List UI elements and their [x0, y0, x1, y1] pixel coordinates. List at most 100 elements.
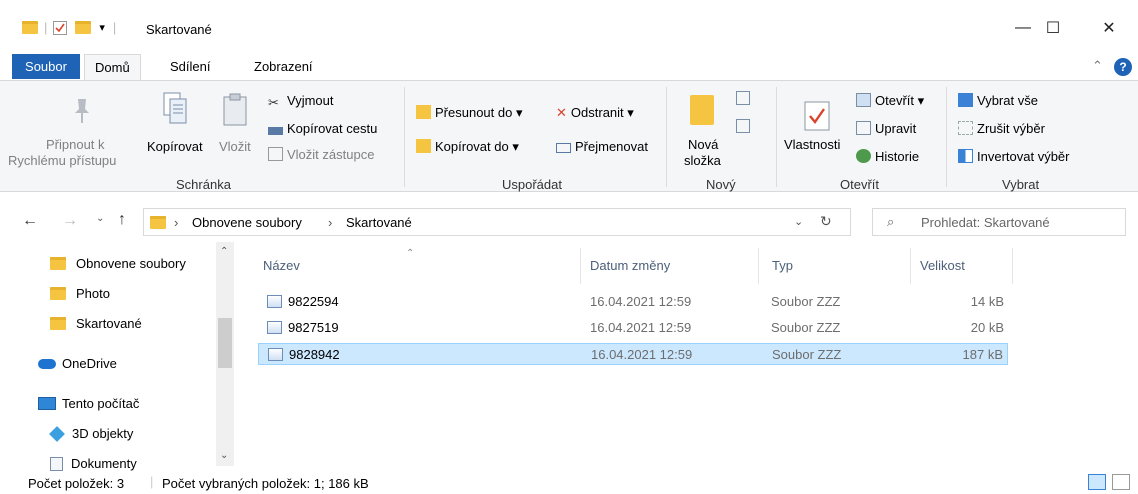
copy-path-button[interactable]: Kopírovat cestu [268, 121, 377, 136]
scroll-down-icon[interactable]: ⌄ [220, 450, 228, 461]
paste-icon [222, 93, 248, 130]
column-divider[interactable] [1012, 248, 1013, 284]
separator: | [112, 20, 117, 35]
details-view-icon[interactable] [1088, 474, 1106, 490]
recent-locations-icon[interactable]: ⌄ [96, 213, 104, 224]
folder-icon [50, 317, 66, 330]
column-header-date[interactable]: Datum změny [590, 258, 670, 273]
nav-item-skartovane[interactable]: Skartované [50, 316, 142, 331]
properties-button[interactable]: Vlastnosti [784, 137, 840, 152]
pin-quick-access-button[interactable]: Připnout k [46, 137, 105, 152]
history-button[interactable]: Historie [856, 149, 919, 164]
copy-to-label: Kopírovat do ▾ [435, 139, 519, 154]
group-label-select: Vybrat [1002, 177, 1040, 192]
new-folder-icon [690, 95, 714, 125]
file-type: Soubor ZZZ [771, 294, 841, 309]
paste-button[interactable]: Vložit [219, 139, 251, 154]
column-divider[interactable] [910, 248, 911, 284]
invert-selection-icon [958, 149, 973, 163]
close-button[interactable]: ✕ [1086, 12, 1132, 44]
file-date: 16.04.2021 12:59 [590, 294, 692, 309]
new-folder-label: složka [684, 153, 721, 168]
breadcrumb-item[interactable]: Skartované [346, 215, 412, 230]
nav-pane-scrollbar-thumb[interactable] [218, 318, 232, 368]
cube-icon [49, 425, 65, 442]
copy-to-button[interactable]: Kopírovat do ▾ [416, 139, 519, 155]
up-icon[interactable]: ↑ [118, 211, 126, 229]
rename-label: Přejmenovat [575, 139, 648, 154]
maximize-button[interactable]: ☐ [1030, 12, 1076, 44]
paste-shortcut-button[interactable]: Vložit zástupce [268, 147, 374, 162]
select-none-button[interactable]: Zrušit výběr [958, 121, 1045, 136]
open-button[interactable]: Otevřít ▾ [856, 93, 924, 109]
history-icon [856, 149, 871, 163]
pin-icon [70, 95, 94, 128]
tab-file[interactable]: Soubor [12, 54, 80, 79]
cloud-icon [38, 358, 56, 369]
tab-home[interactable]: Domů [84, 54, 141, 81]
select-all-button[interactable]: Vybrat vše [958, 93, 1038, 108]
select-none-label: Zrušit výběr [977, 121, 1045, 136]
invert-selection-button[interactable]: Invertovat výběr [958, 149, 1070, 164]
refresh-icon[interactable]: ↻ [820, 213, 832, 230]
cut-button[interactable]: ✂ Vyjmout [268, 93, 334, 110]
address-bar[interactable]: › Obnovene soubory › Skartované ⌄ ↻ [143, 208, 851, 236]
edit-button[interactable]: Upravit [856, 121, 916, 136]
forward-icon[interactable]: → [62, 212, 78, 230]
rename-button[interactable]: Přejmenovat [556, 139, 648, 154]
move-to-button[interactable]: Přesunout do ▾ [416, 105, 522, 121]
collapse-ribbon-icon[interactable]: ⌃ [1092, 58, 1103, 74]
new-folder-button[interactable]: Nová [688, 137, 718, 152]
address-dropdown-icon[interactable]: ⌄ [794, 215, 803, 228]
status-item-count: Počet položek: 3 [28, 476, 125, 491]
customize-toolbar-icon[interactable]: ▾ [99, 21, 105, 34]
rename-icon [556, 143, 571, 153]
help-icon[interactable]: ? [1114, 58, 1132, 76]
quick-access-toolbar: | ▾ | [22, 20, 116, 35]
column-header-size[interactable]: Velikost [920, 258, 965, 273]
group-label-clipboard: Schránka [176, 177, 231, 192]
open-icon [856, 93, 871, 107]
file-row[interactable]: 9827519 16.04.2021 12:59 Soubor ZZZ 20 k… [258, 317, 1008, 339]
breadcrumb-item[interactable]: Obnovene soubory [192, 215, 302, 230]
nav-item-label: Skartované [76, 316, 142, 331]
tab-view[interactable]: Zobrazení [244, 54, 323, 79]
nav-item-3d-objects[interactable]: 3D objekty [49, 425, 133, 442]
group-label-open: Otevřít [840, 177, 880, 192]
nav-item-label: Obnovene soubory [76, 256, 186, 271]
sort-ascending-icon: ⌃ [406, 248, 415, 259]
cut-label: Vyjmout [287, 93, 334, 108]
search-input[interactable]: Prohledat: Skartované [921, 215, 1050, 230]
copy-button[interactable]: Kopírovat [147, 139, 203, 154]
file-date: 16.04.2021 12:59 [591, 347, 693, 362]
properties-quick-icon[interactable] [53, 20, 68, 35]
back-icon[interactable]: ← [22, 212, 38, 230]
window-title: Skartované [146, 22, 212, 37]
search-box[interactable]: ⌕ Prohledat: Skartované [872, 208, 1126, 236]
status-bar: Počet položek: 3 | Počet vybraných polož… [0, 468, 1138, 494]
edit-icon [856, 121, 871, 135]
delete-button[interactable]: ✕ Odstranit ▾ [556, 105, 634, 121]
copy-path-label: Kopírovat cestu [287, 121, 378, 136]
file-icon [268, 348, 283, 361]
tab-share[interactable]: Sdílení [160, 54, 220, 79]
column-header-name[interactable]: Název [263, 258, 300, 273]
new-folder-quick-icon[interactable] [75, 21, 92, 34]
nav-item-onedrive[interactable]: OneDrive [38, 356, 117, 371]
file-row[interactable]: 9822594 16.04.2021 12:59 Soubor ZZZ 14 k… [258, 291, 1008, 313]
scroll-up-icon[interactable]: ⌃ [220, 246, 228, 257]
column-header-type[interactable]: Typ [772, 258, 793, 273]
nav-item-obnovene-soubory[interactable]: Obnovene soubory [50, 256, 186, 271]
copy-icon [162, 91, 188, 128]
move-to-icon [416, 105, 431, 119]
file-row-selected[interactable]: 9828942 16.04.2021 12:59 Soubor ZZZ 187 … [258, 343, 1008, 365]
large-icons-view-icon[interactable] [1112, 474, 1130, 490]
column-divider[interactable] [580, 248, 581, 284]
copy-path-icon [268, 127, 283, 135]
search-icon: ⌕ [887, 214, 895, 229]
column-divider[interactable] [758, 248, 759, 284]
folder-icon [22, 21, 38, 34]
nav-item-photo[interactable]: Photo [50, 286, 110, 301]
computer-icon [38, 397, 56, 410]
nav-item-this-pc[interactable]: Tento počítač [38, 396, 139, 411]
